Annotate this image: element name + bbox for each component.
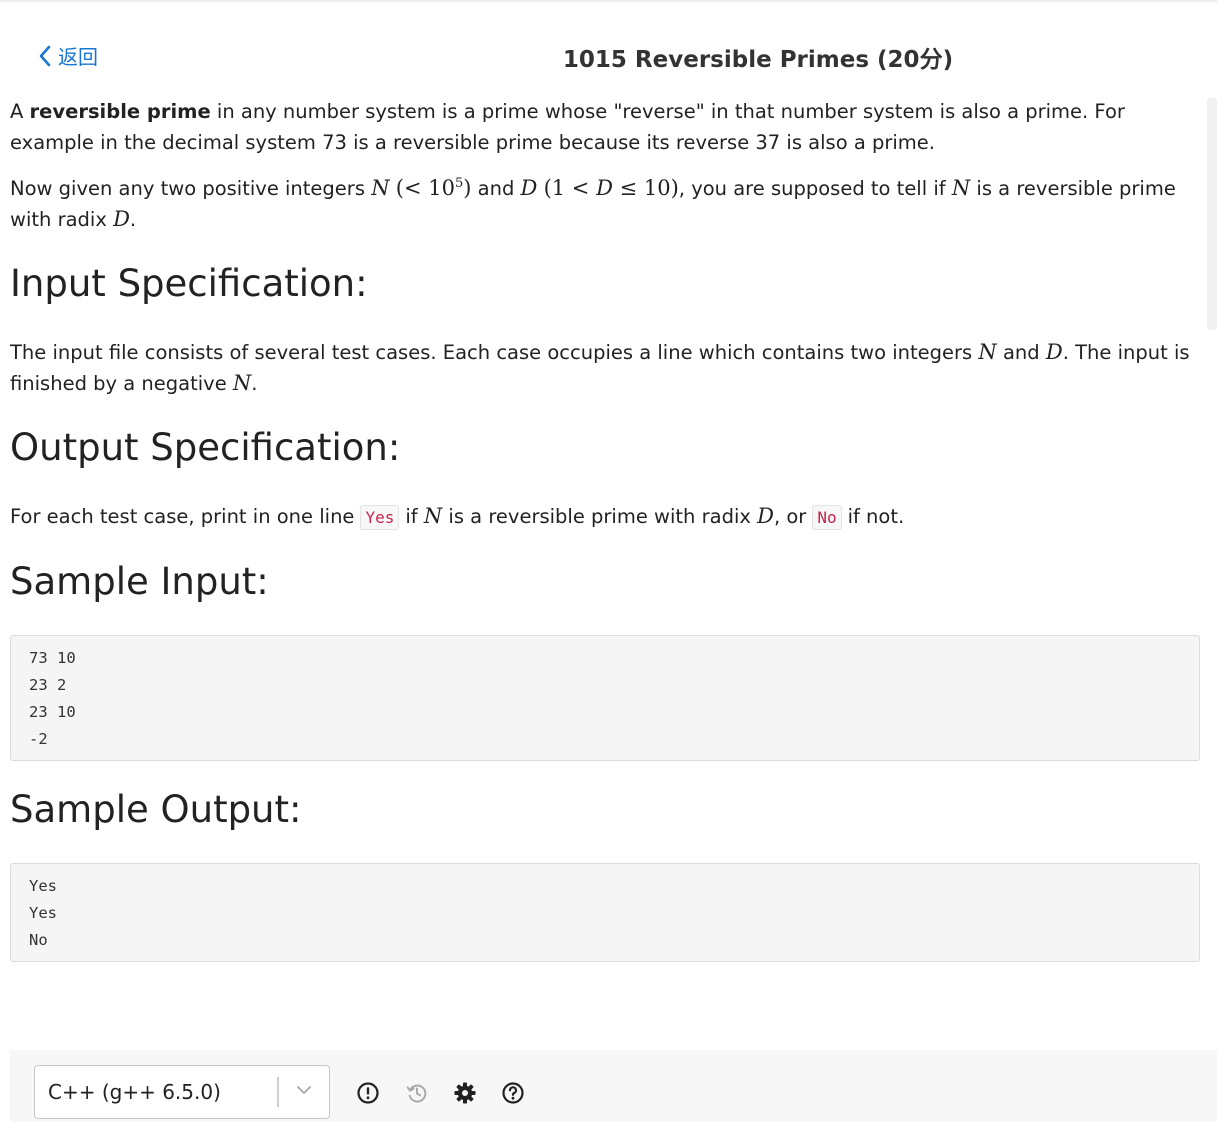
scrollbar[interactable]: [1207, 98, 1217, 330]
given-paragraph: Now given any two positive integers N (<…: [10, 168, 1200, 235]
math-n: N: [423, 504, 443, 528]
math-d: D: [757, 504, 774, 528]
language-select[interactable]: C++ (g++ 6.5.0): [34, 1065, 330, 1119]
math-exponent: 5: [454, 176, 464, 191]
chevron-left-icon: [39, 45, 51, 66]
output-text-5: if not.: [847, 505, 905, 528]
input-text-2: and: [996, 341, 1046, 364]
math-n: N: [232, 371, 252, 395]
math-range-d: D: [596, 176, 613, 200]
math-n: N: [371, 176, 390, 200]
output-text-2: if: [405, 505, 424, 528]
sample-output-heading: Sample Output:: [10, 788, 302, 831]
output-spec-heading: Output Specification:: [10, 426, 401, 469]
inline-code-yes: Yes: [360, 505, 400, 530]
select-divider: [277, 1077, 279, 1107]
sample-output-block: Yes Yes No: [10, 863, 1200, 962]
back-label: 返回: [58, 45, 98, 69]
input-text-1: The input file consists of several test …: [10, 341, 979, 364]
math-range-a: (1 <: [543, 176, 597, 200]
input-spec-heading: Input Specification:: [10, 262, 368, 305]
input-text-4: .: [251, 372, 258, 395]
language-select-value: C++ (g++ 6.5.0): [48, 1080, 221, 1104]
math-n: N: [978, 340, 997, 364]
page-title: 1015 Reversible Primes (20分): [562, 47, 954, 73]
header: 返回 1015 Reversible Primes (20分): [0, 28, 1217, 84]
intro-bold-term: reversible prime: [29, 100, 211, 123]
math-range-b: ≤ 10): [612, 176, 679, 200]
intro-text-1: A: [10, 100, 30, 123]
input-spec-paragraph: The input file consists of several test …: [10, 337, 1200, 399]
math-d: D: [520, 176, 538, 200]
output-text-1: For each test case, print in one line: [10, 505, 355, 528]
back-link[interactable]: 返回: [38, 41, 98, 70]
intro-paragraph: A reversible prime in any number system …: [10, 96, 1200, 158]
math-d: D: [113, 207, 130, 231]
gear-icon[interactable]: [453, 1081, 477, 1105]
given-text-1: Now given any two positive integers: [10, 177, 372, 200]
math-range: (1 < D ≤ 10): [544, 176, 679, 200]
history-icon[interactable]: [405, 1081, 429, 1105]
output-spec-paragraph: For each test case, print in one line Yes…: [10, 501, 1200, 533]
exclamation-circle-icon[interactable]: [356, 1081, 380, 1105]
top-border: [0, 0, 1217, 2]
sample-input-heading: Sample Input:: [10, 560, 269, 603]
inline-code-no: No: [812, 505, 842, 530]
math-d: D: [1045, 340, 1063, 364]
problem-content: A reversible prime in any number system …: [10, 96, 1200, 962]
sample-input-block: 73 10 23 2 23 10 -2: [10, 635, 1200, 761]
output-text-4: , or: [773, 505, 807, 528]
math-bound-open: (< 10: [395, 176, 455, 200]
math-bound: (< 105): [396, 176, 472, 200]
given-text-2: and: [471, 177, 521, 200]
editor-toolbar: C++ (g++ 6.5.0): [10, 1050, 1217, 1122]
given-text-3: , you are supposed to tell if: [678, 177, 952, 200]
question-circle-icon[interactable]: [501, 1081, 525, 1105]
chevron-down-icon[interactable]: [295, 1083, 313, 1097]
math-n: N: [951, 176, 971, 200]
output-text-3: is a reversible prime with radix: [442, 505, 758, 528]
given-text-5: .: [129, 208, 137, 231]
